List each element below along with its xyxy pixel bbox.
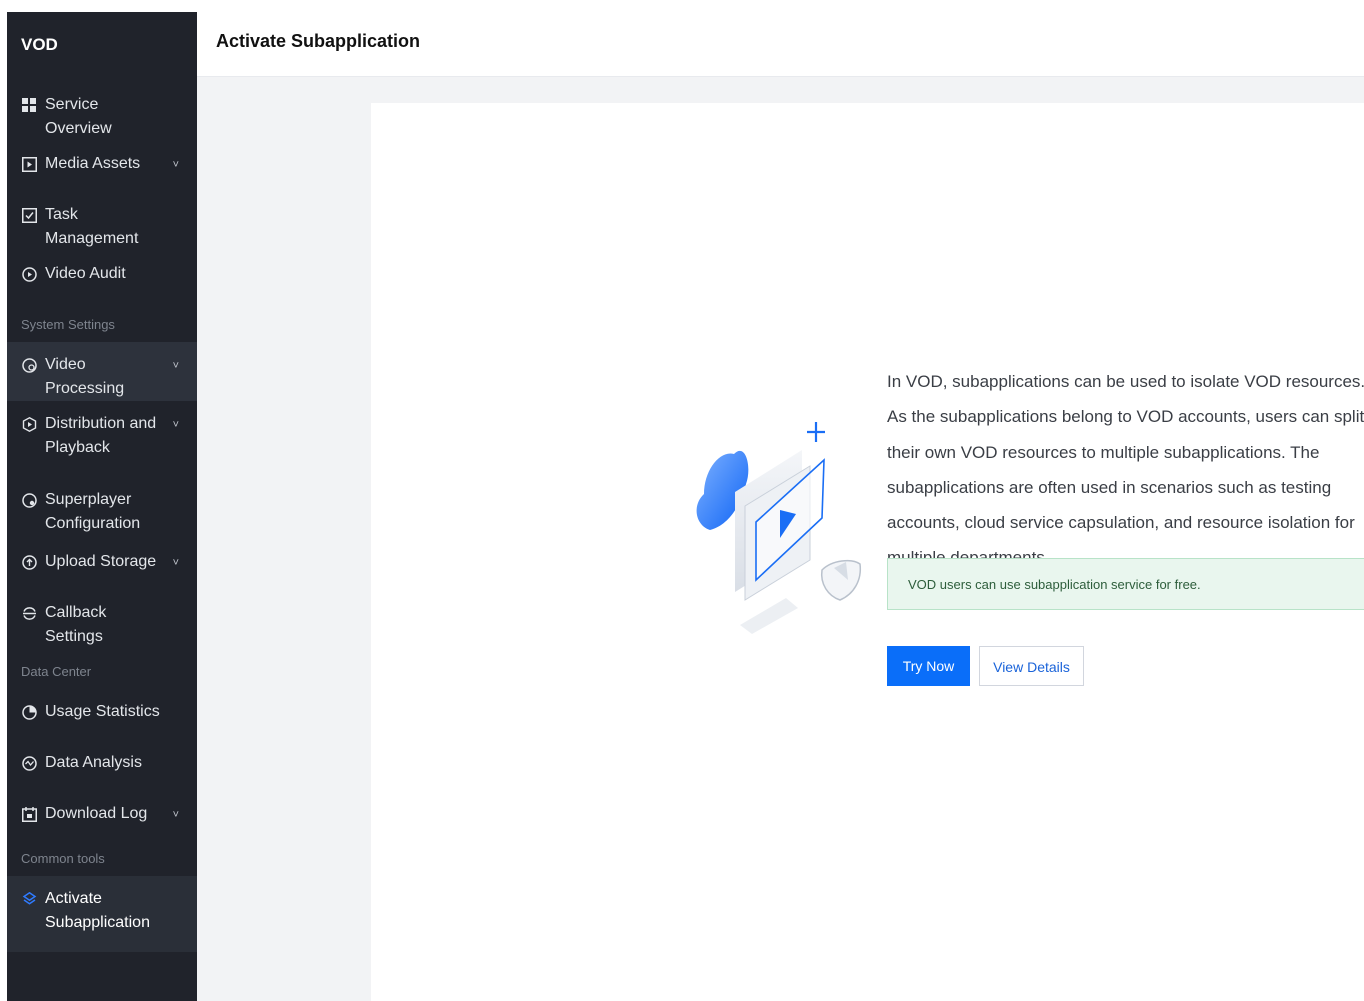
chevron-down-icon: ˅ — [172, 360, 179, 372]
sidebar-item-label: Usage Statistics — [45, 703, 160, 720]
sidebar-item-label: Service Overview — [45, 96, 112, 137]
sidebar-item-task-management[interactable]: Task Management — [7, 192, 197, 251]
callback-icon — [21, 605, 37, 621]
analysis-icon — [21, 755, 37, 771]
sidebar-item-superplayer-configuration[interactable]: Superplayer Configuration — [7, 477, 197, 553]
sidebar-item-usage-statistics[interactable]: Usage Statistics — [7, 689, 197, 740]
sidebar-item-label: Upload Storage — [45, 553, 157, 570]
sidebar-item-label: Distribution and Playback — [45, 415, 157, 456]
brand-title: VOD — [21, 35, 58, 54]
page-header: Activate Subapplication — [197, 12, 1364, 77]
sidebar-item-distribution-playback[interactable]: Distribution and Playback ˅ — [7, 401, 197, 477]
section-title-data-center: Data Center — [21, 664, 92, 679]
layers-icon — [21, 891, 37, 907]
sidebar-item-data-analysis[interactable]: Data Analysis — [7, 740, 197, 791]
section-title-system-settings: System Settings — [21, 317, 115, 332]
chevron-down-icon: ˅ — [172, 159, 179, 171]
sidebar-item-label: Superplayer Configuration — [45, 491, 141, 532]
page-title: Activate Subapplication — [216, 31, 421, 51]
view-details-button[interactable]: View Details — [979, 646, 1084, 686]
sidebar-item-upload-storage[interactable]: Upload Storage ˅ — [7, 553, 197, 604]
calendar-icon — [21, 806, 37, 822]
subapplication-description: In VOD, subapplications can be used to i… — [887, 372, 1364, 567]
sidebar-item-label: Media Assets — [45, 155, 141, 172]
sidebar-item-label: Video Processing — [45, 356, 125, 397]
chevron-down-icon: ˅ — [172, 809, 179, 821]
chevron-down-icon: ˅ — [172, 557, 179, 569]
player-icon — [21, 492, 37, 508]
sidebar-item-label: Video Audit — [45, 265, 126, 282]
subapplication-illustration — [690, 410, 870, 640]
sidebar-item-video-audit[interactable]: Video Audit — [7, 251, 197, 302]
play-square-icon — [21, 156, 37, 172]
sidebar-item-media-assets[interactable]: Media Assets ˅ — [7, 141, 197, 192]
sidebar-item-service-overview[interactable]: Service Overview — [7, 78, 197, 141]
grid-icon — [21, 97, 37, 113]
checkbox-icon — [21, 207, 37, 223]
sidebar-item-label: Download Log — [45, 805, 148, 822]
sidebar-item-label: Activate Subapplication — [45, 890, 150, 931]
distribution-icon — [21, 416, 37, 432]
chevron-down-icon: ˅ — [172, 419, 179, 431]
pie-icon — [21, 704, 37, 720]
sidebar-item-label: Data Analysis — [45, 754, 142, 771]
processing-icon — [21, 357, 37, 373]
upload-icon — [21, 554, 37, 570]
sidebar-item-video-processing[interactable]: Video Processing ˅ — [7, 342, 197, 401]
section-title-common-tools: Common tools — [21, 851, 105, 866]
try-now-button[interactable]: Try Now — [887, 646, 970, 686]
sidebar-item-download-log[interactable]: Download Log ˅ — [7, 791, 197, 842]
sidebar-item-label: Callback Settings — [45, 604, 107, 645]
free-service-notice: VOD users can use subapplication service… — [887, 558, 1364, 610]
sidebar: VOD Service Overview Media Assets ˅ Task… — [7, 12, 197, 1001]
sidebar-item-callback-settings[interactable]: Callback Settings — [7, 604, 197, 655]
audit-icon — [21, 266, 37, 282]
sidebar-item-activate-subapplication[interactable]: Activate Subapplication — [7, 876, 197, 952]
sidebar-item-label: Task Management — [45, 206, 139, 247]
